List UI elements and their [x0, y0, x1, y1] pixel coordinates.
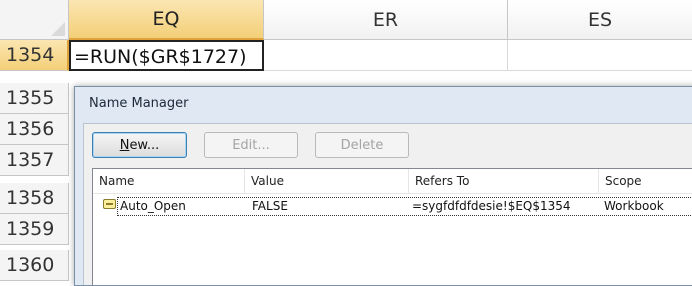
defined-name-icon — [103, 199, 116, 209]
names-list-header: Name Value Refers To Scope — [93, 169, 692, 194]
name-manager-dialog: Name Manager New... Edit... Delete Name … — [74, 86, 692, 286]
row-header-1355[interactable]: 1355 — [0, 83, 69, 114]
row-header-1357[interactable]: 1357 — [0, 145, 69, 176]
new-button-accelerator: N — [119, 137, 130, 153]
dialog-body: New... Edit... Delete Name Value Refers … — [83, 123, 692, 285]
row-header-1358[interactable]: 1358 — [0, 183, 69, 214]
new-name-button[interactable]: New... — [92, 132, 187, 158]
header-name[interactable]: Name — [93, 169, 245, 193]
column-header-er[interactable]: ER — [264, 0, 508, 40]
delete-name-button[interactable]: Delete — [315, 132, 409, 158]
row-header-1356[interactable]: 1356 — [0, 114, 69, 145]
header-refers-to[interactable]: Refers To — [409, 169, 599, 193]
new-button-label: ew... — [129, 137, 160, 153]
header-value[interactable]: Value — [245, 169, 409, 193]
list-item[interactable]: Auto_Open FALSE =sygfdfdfdesie!$EQ$1354 … — [117, 197, 692, 216]
column-header-eq[interactable]: EQ — [69, 0, 264, 40]
row-header-1359[interactable]: 1359 — [0, 214, 69, 245]
header-scope[interactable]: Scope — [599, 169, 689, 193]
row-refers-to: =sygfdfdfdesie!$EQ$1354 — [412, 199, 571, 213]
active-cell-eq1354[interactable]: =RUN($GR$1727) — [69, 40, 264, 71]
names-list[interactable]: Name Value Refers To Scope Auto_Open FAL… — [92, 168, 692, 285]
cell-er1354[interactable] — [264, 40, 508, 71]
row-value: FALSE — [252, 199, 288, 213]
select-all-corner[interactable] — [0, 0, 69, 40]
row-header-1354[interactable]: 1354 — [0, 40, 69, 71]
row-scope: Workbook — [604, 199, 664, 213]
cell-es1354[interactable] — [508, 40, 692, 71]
column-header-es[interactable]: ES — [508, 0, 692, 40]
select-all-triangle-icon — [51, 22, 65, 36]
row-header-1360[interactable]: 1360 — [0, 250, 69, 281]
dialog-title: Name Manager — [89, 96, 189, 111]
row-name: Auto_Open — [120, 199, 186, 213]
edit-name-button[interactable]: Edit... — [204, 132, 298, 158]
